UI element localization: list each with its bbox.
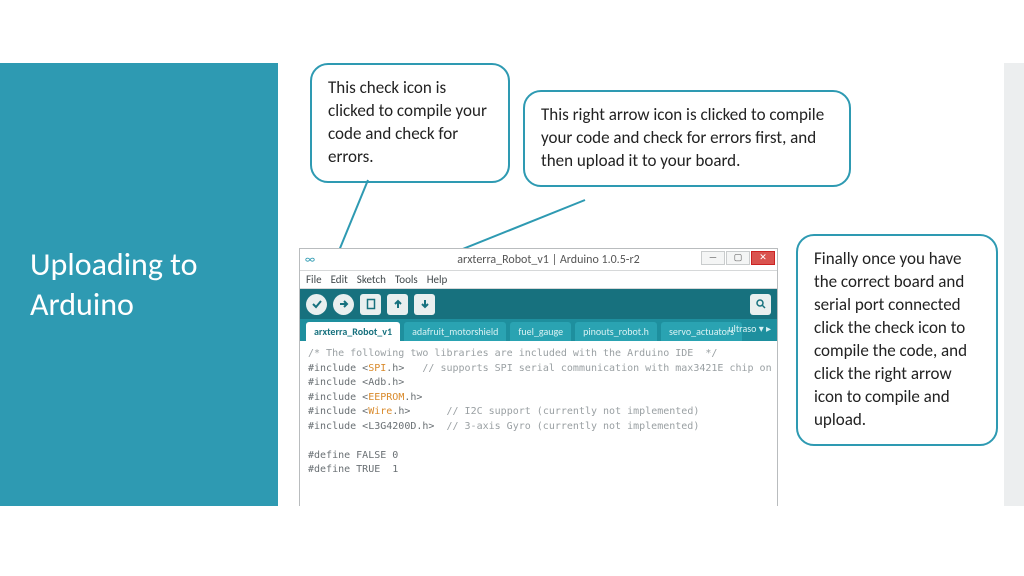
side-panel: Uploading to Arduino xyxy=(0,63,278,506)
callout-upload: This right arrow icon is clicked to comp… xyxy=(523,90,851,187)
check-icon xyxy=(311,298,323,310)
maximize-button[interactable]: ▢ xyxy=(726,251,750,265)
window-buttons: — ▢ ✕ xyxy=(701,251,775,265)
serial-monitor-button[interactable] xyxy=(750,294,771,315)
arduino-window: arxterra_Robot_v1 | Arduino 1.0.5-r2 — ▢… xyxy=(299,248,778,506)
code-line: #define FALSE 0 xyxy=(308,450,398,461)
minimize-button[interactable]: — xyxy=(701,251,725,265)
tab-item[interactable]: fuel_gauge xyxy=(510,322,571,341)
toolbar xyxy=(300,289,777,319)
code-line: #define TRUE 1 xyxy=(308,464,398,475)
code-line: #include <L3G4200D.h> xyxy=(308,421,434,432)
save-sketch-button[interactable] xyxy=(414,294,435,315)
magnifier-icon xyxy=(755,298,767,310)
upload-button[interactable] xyxy=(333,294,354,315)
menu-help[interactable]: Help xyxy=(427,273,448,286)
tabs-overflow[interactable]: ultraso ▾ ▸ xyxy=(728,322,771,335)
menu-sketch[interactable]: Sketch xyxy=(357,273,386,286)
slide: Uploading to Arduino This check icon is … xyxy=(0,0,1024,576)
tab-active[interactable]: arxterra_Robot_v1 xyxy=(306,322,400,341)
menu-edit[interactable]: Edit xyxy=(331,273,348,286)
menu-file[interactable]: File xyxy=(306,273,322,286)
file-icon xyxy=(365,298,377,310)
right-gutter xyxy=(1004,63,1024,506)
new-sketch-button[interactable] xyxy=(360,294,381,315)
callout-verify: This check icon is clicked to compile yo… xyxy=(310,63,510,183)
arduino-logo-icon xyxy=(300,253,320,267)
close-button[interactable]: ✕ xyxy=(751,251,775,265)
arrow-up-icon xyxy=(392,298,404,310)
titlebar: arxterra_Robot_v1 | Arduino 1.0.5-r2 — ▢… xyxy=(300,249,777,271)
verify-button[interactable] xyxy=(306,294,327,315)
tab-item[interactable]: pinouts_robot.h xyxy=(575,322,657,341)
menu-tools[interactable]: Tools xyxy=(395,273,418,286)
slide-title: Uploading to Arduino xyxy=(0,245,278,325)
menu-bar: File Edit Sketch Tools Help xyxy=(300,271,777,289)
code-line: #include <EEPROM.h> xyxy=(308,392,422,403)
arrow-right-icon xyxy=(338,298,350,310)
code-line: /* The following two libraries are inclu… xyxy=(308,348,717,359)
tab-bar: arxterra_Robot_v1 adafruit_motorshield f… xyxy=(300,319,777,341)
tab-item[interactable]: adafruit_motorshield xyxy=(404,322,506,341)
open-sketch-button[interactable] xyxy=(387,294,408,315)
code-editor[interactable]: /* The following two libraries are inclu… xyxy=(300,341,777,506)
code-line: #include <Adb.h> xyxy=(308,377,404,388)
arrow-down-icon xyxy=(419,298,431,310)
callout-summary: Finally once you have the correct board … xyxy=(796,234,998,446)
code-line: #include <Wire.h> xyxy=(308,406,410,417)
code-line: #include <SPI.h> xyxy=(308,363,404,374)
